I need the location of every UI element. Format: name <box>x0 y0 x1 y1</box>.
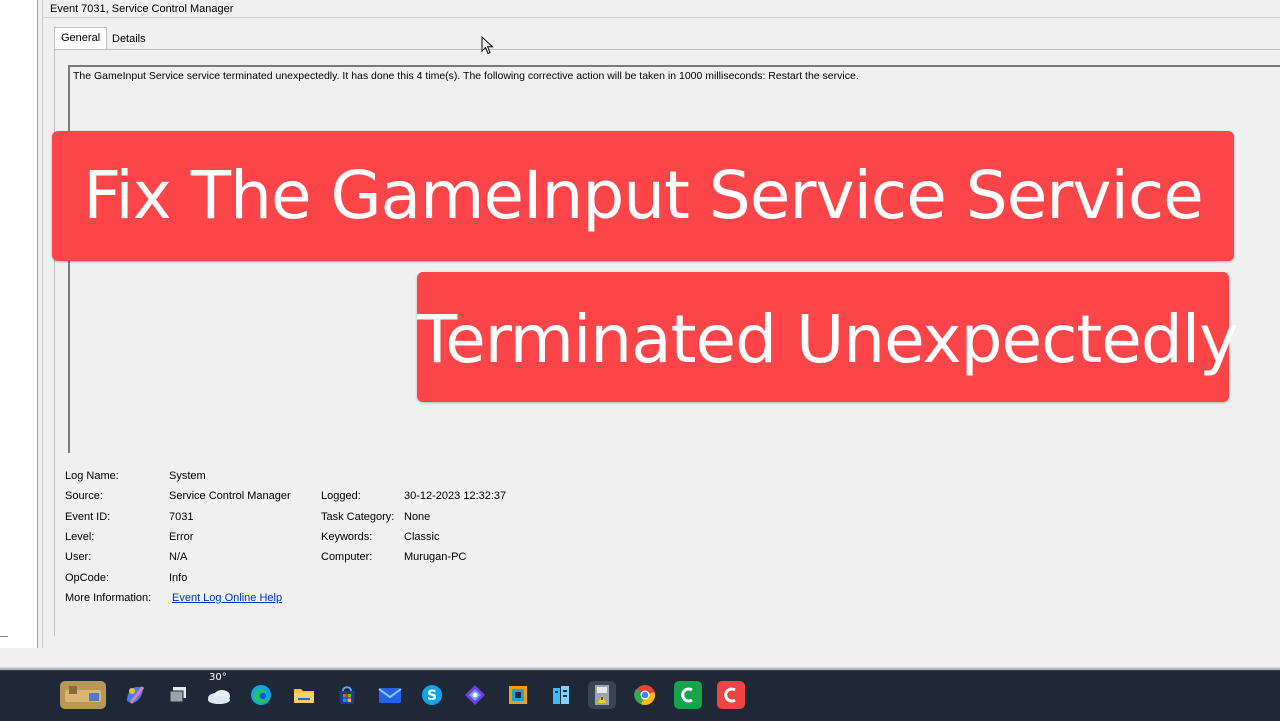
tab-general[interactable]: General <box>54 27 108 50</box>
svg-text:S: S <box>427 688 437 704</box>
level-label: Level: <box>65 531 95 543</box>
camtasia-recorder-icon[interactable] <box>717 681 745 709</box>
copilot-icon[interactable] <box>121 681 149 709</box>
source-label: Source: <box>65 490 103 502</box>
weather-icon[interactable]: 30° <box>205 672 233 709</box>
user-label: User: <box>65 551 92 563</box>
title-banner-line-1: Fix The GameInput Service Service <box>52 131 1234 261</box>
event-description-text: The GameInput Service service terminated… <box>73 70 859 82</box>
left-navigation-pane <box>0 0 38 648</box>
level-value: Error <box>169 531 194 543</box>
title-banner-line-2: Terminated Unexpectedly <box>417 272 1238 402</box>
file-explorer-icon[interactable] <box>290 681 318 709</box>
keywords-value: Classic <box>404 531 440 543</box>
widgets-icon[interactable] <box>60 681 106 709</box>
mail-icon[interactable] <box>376 681 404 709</box>
task-category-label: Task Category: <box>321 511 395 523</box>
app-icon-2[interactable] <box>547 681 575 709</box>
edge-icon[interactable] <box>247 681 275 709</box>
task-category-value: None <box>404 511 431 523</box>
divider <box>43 17 1280 18</box>
source-value: Service Control Manager <box>169 490 291 502</box>
skype-icon[interactable]: S <box>418 681 446 709</box>
keywords-label: Keywords: <box>321 531 373 543</box>
taskbar-gap <box>0 648 1280 670</box>
window-title: Event 7031, Service Control Manager <box>50 3 234 15</box>
divider <box>0 636 8 637</box>
event-viewer-icon[interactable] <box>588 681 616 709</box>
event-id-value: 7031 <box>169 511 194 523</box>
task-view-icon[interactable] <box>164 681 192 709</box>
tab-details[interactable]: Details <box>106 29 152 49</box>
opcode-value: Info <box>169 572 188 584</box>
microsoft-store-icon[interactable] <box>333 681 361 709</box>
more-information-label: More Information: <box>65 592 152 604</box>
log-name-label: Log Name: <box>65 470 119 482</box>
taskbar: 30° S <box>0 670 1280 721</box>
computer-value: Murugan-PC <box>404 551 467 563</box>
event-log-online-help-link[interactable]: Event Log Online Help <box>172 592 282 604</box>
computer-label: Computer: <box>321 551 373 563</box>
photos-icon[interactable] <box>461 681 489 709</box>
chrome-icon[interactable] <box>631 681 659 709</box>
logged-label: Logged: <box>321 490 361 502</box>
user-value: N/A <box>169 551 188 563</box>
camtasia-icon[interactable] <box>674 681 702 709</box>
app-icon-1[interactable] <box>504 681 532 709</box>
weather-temperature: 30° <box>209 672 227 683</box>
mouse-cursor-icon <box>481 36 494 55</box>
logged-value: 30-12-2023 12:32:37 <box>404 490 507 502</box>
opcode-label: OpCode: <box>65 572 110 584</box>
log-name-value: System <box>169 470 206 482</box>
event-id-label: Event ID: <box>65 511 111 523</box>
